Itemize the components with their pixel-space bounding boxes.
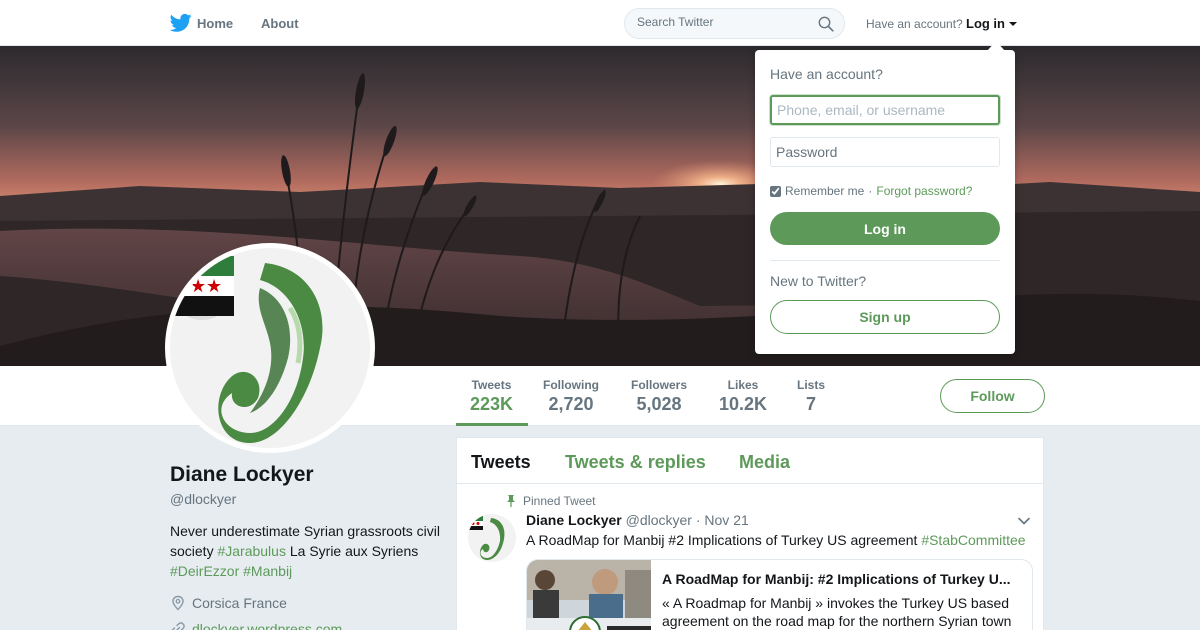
- pinned-text: Pinned Tweet: [523, 494, 596, 508]
- tweet-hashtag-link[interactable]: #StabCommittee: [921, 532, 1025, 548]
- have-account-text: Have an account?: [866, 17, 963, 31]
- stat-following-label: Following: [543, 378, 599, 392]
- forgot-password-link[interactable]: Forgot password?: [876, 184, 972, 198]
- nav-home-label: Home: [197, 16, 234, 31]
- stat-likes-value: 10.2K: [719, 394, 768, 414]
- remember-separator: ·: [868, 184, 873, 198]
- profile-avatar[interactable]: ★ ★: [165, 243, 375, 453]
- remember-me-checkbox[interactable]: [770, 185, 781, 197]
- location-pin-icon: [172, 595, 184, 611]
- tweet-body: A RoadMap for Manbij #2 Implications of …: [526, 532, 922, 548]
- active-stat-underline: [456, 423, 528, 426]
- login-dropdown-toggle[interactable]: Log in: [966, 16, 1017, 31]
- pin-icon: [507, 495, 515, 507]
- bio-hashtag-link[interactable]: #Manbij: [243, 563, 292, 579]
- svg-text:★: ★: [206, 276, 222, 297]
- new-to-twitter-text: New to Twitter?: [770, 273, 867, 289]
- tweet-date[interactable]: Nov 21: [704, 512, 748, 528]
- twitter-bird-icon[interactable]: [170, 13, 192, 33]
- nav-about-label: About: [261, 16, 299, 31]
- location-label: Corsica France: [192, 595, 287, 611]
- search-input[interactable]: [637, 15, 807, 29]
- nav-about[interactable]: About: [261, 16, 299, 31]
- website-link[interactable]: dlockyer.wordpress.com: [192, 621, 342, 630]
- remember-me-label: Remember me: [785, 184, 865, 198]
- link-preview-card[interactable]: A RoadMap for Manbij: #2 Implications of…: [526, 559, 1033, 630]
- tweet-author-handle[interactable]: @dlockyer: [626, 512, 692, 528]
- top-nav: Home About Have an account? Log in: [0, 0, 1200, 46]
- follow-button[interactable]: Follow: [940, 379, 1045, 413]
- caret-down-icon: [1009, 21, 1017, 26]
- tweet-avatar-image: [468, 514, 516, 562]
- stat-followers[interactable]: Followers 5,028: [631, 378, 687, 415]
- tab-tweets[interactable]: Tweets: [471, 452, 531, 473]
- signup-button[interactable]: Sign up: [770, 300, 1000, 334]
- stat-followers-label: Followers: [631, 378, 688, 392]
- bio-hashtag-link[interactable]: #Jarabulus: [217, 543, 286, 559]
- link-icon: [171, 622, 185, 630]
- login-toggle-label: Log in: [966, 16, 1005, 31]
- search-box: [624, 8, 845, 39]
- avatar-pendant-image: ★ ★: [170, 248, 370, 448]
- tweet-separator: ·: [695, 512, 701, 528]
- stat-followers-value: 5,028: [636, 394, 682, 414]
- password-field[interactable]: [770, 137, 1000, 167]
- stat-tweets-value: 223K: [470, 394, 514, 414]
- profile-website[interactable]: dlockyer.wordpress.com: [170, 621, 342, 630]
- remember-row: Remember me · Forgot password?: [770, 184, 972, 198]
- tweet-text: A RoadMap for Manbij #2 Implications of …: [526, 532, 1026, 548]
- svg-text:★: ★: [190, 276, 206, 297]
- card-title: A RoadMap for Manbij: #2 Implications of…: [662, 571, 1011, 587]
- search-icon[interactable]: [818, 16, 834, 32]
- stat-likes-label: Likes: [727, 378, 759, 392]
- profile-name[interactable]: Diane Lockyer: [170, 463, 314, 487]
- login-dropdown: Have an account? Remember me · Forgot pa…: [755, 50, 1015, 354]
- profile-bio: Never underestimate Syrian grassroots ci…: [170, 521, 440, 581]
- chevron-down-icon[interactable]: [1017, 514, 1031, 528]
- timeline-tabs: Tweets Tweets & replies Media: [457, 438, 1043, 484]
- stat-lists[interactable]: Lists 7: [797, 378, 825, 415]
- tweet-author-name[interactable]: Diane Lockyer: [526, 512, 622, 528]
- stat-lists-value: 7: [806, 394, 817, 414]
- pinned-tweet-label: Pinned Tweet: [505, 494, 596, 508]
- profile-handle[interactable]: @dlockyer: [170, 491, 236, 507]
- stat-likes[interactable]: Likes 10.2K: [719, 378, 767, 415]
- tab-tweets-replies[interactable]: Tweets & replies: [565, 452, 706, 473]
- username-field[interactable]: [770, 95, 1000, 125]
- dropdown-arrow: [987, 41, 1005, 51]
- stat-tweets-label: Tweets: [471, 378, 512, 392]
- card-thumbnail-image: [527, 560, 651, 630]
- stat-lists-label: Lists: [797, 378, 826, 392]
- stat-following-value: 2,720: [548, 394, 594, 414]
- login-dropdown-title: Have an account?: [770, 66, 883, 82]
- stat-tweets[interactable]: Tweets 223K: [470, 378, 513, 415]
- login-button[interactable]: Log in: [770, 212, 1000, 245]
- timeline: Tweets Tweets & replies Media Pinned Twe…: [456, 437, 1044, 630]
- bio-text: La Syrie aux Syriens: [285, 543, 419, 559]
- card-thumbnail: [527, 560, 651, 630]
- divider: [770, 260, 1000, 261]
- profile-location: Corsica France: [170, 595, 287, 611]
- stat-following[interactable]: Following 2,720: [543, 378, 599, 415]
- nav-home[interactable]: Home: [197, 16, 233, 31]
- bio-hashtag-link[interactable]: #DeirEzzor: [170, 563, 239, 579]
- tweet-avatar[interactable]: [468, 514, 516, 562]
- tab-media[interactable]: Media: [739, 452, 790, 473]
- tweet-header: Diane Lockyer @dlockyer · Nov 21: [526, 512, 749, 528]
- card-description: « A Roadmap for Manbij » invokes the Tur…: [662, 595, 1012, 629]
